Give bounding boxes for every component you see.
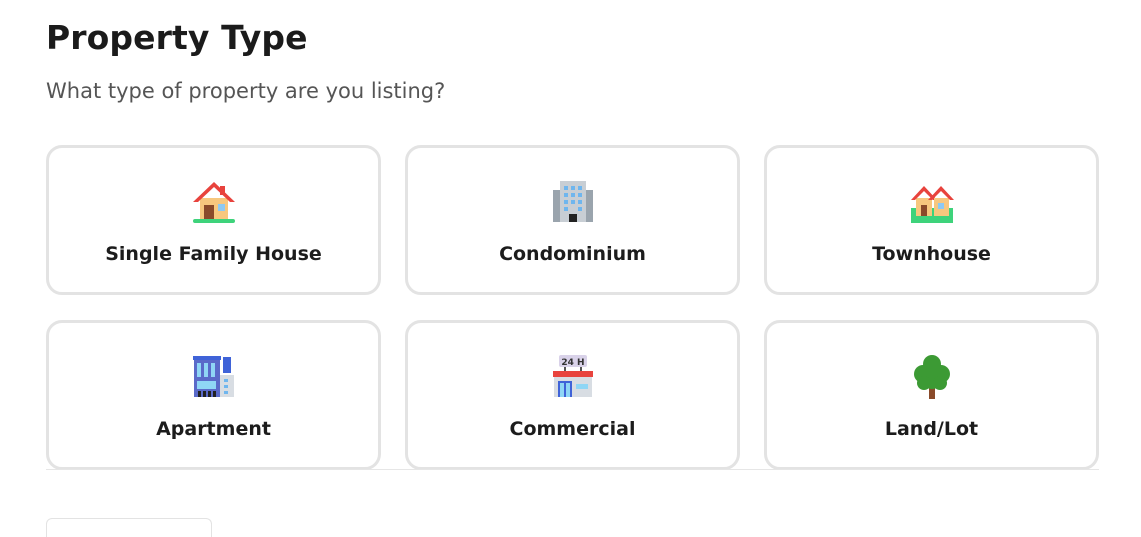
option-townhouse[interactable]: Townhouse: [764, 145, 1099, 295]
option-single-family-house[interactable]: Single Family House: [46, 145, 381, 295]
office-building-icon: [552, 181, 593, 222]
option-label: Apartment: [156, 418, 271, 440]
option-label: Townhouse: [872, 243, 991, 265]
option-label: Single Family House: [105, 243, 322, 265]
house-icon: [192, 182, 235, 223]
option-label: Condominium: [499, 243, 646, 265]
option-label: Land/Lot: [884, 418, 979, 440]
footer-divider: [46, 469, 1099, 470]
option-condominium[interactable]: Condominium: [405, 145, 740, 295]
option-commercial[interactable]: 24 H Commercial: [405, 320, 740, 470]
apartment-building-icon: [192, 356, 234, 397]
page-title: Property Type: [46, 18, 308, 57]
houses-icon: [910, 186, 954, 223]
option-land-lot[interactable]: Land/Lot: [764, 320, 1099, 470]
property-type-options: Single Family House Condominium Townhous…: [46, 145, 1099, 470]
option-apartment[interactable]: Apartment: [46, 320, 381, 470]
page-subtitle: What type of property are you listing?: [46, 79, 446, 103]
property-type-step: Property Type What type of property are …: [0, 0, 1141, 537]
convenience-store-icon: 24 H: [552, 355, 593, 397]
back-button[interactable]: [46, 518, 212, 537]
option-label: Commercial: [509, 418, 636, 440]
svg-text:24 H: 24 H: [561, 358, 584, 368]
tree-icon: [913, 355, 950, 399]
